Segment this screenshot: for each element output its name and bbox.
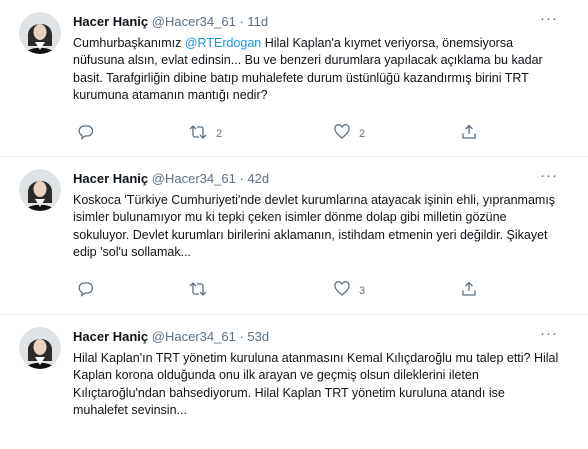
reply-button[interactable]	[78, 124, 94, 143]
more-icon[interactable]: ···	[540, 167, 558, 184]
reply-icon	[78, 124, 94, 143]
separator-dot: ·	[239, 171, 244, 186]
more-icon[interactable]: ···	[540, 325, 558, 342]
share-icon	[461, 281, 477, 300]
retweet-icon	[189, 281, 207, 300]
avatar[interactable]	[19, 169, 61, 211]
like-button[interactable]: 3	[334, 281, 365, 300]
tweet-text-part: Cumhurbaşkanımız	[73, 36, 185, 50]
tweet[interactable]: Hacer Haniç @Hacer34_61 · 11d Cumhurbaşk…	[0, 0, 588, 157]
tweet-text: Cumhurbaşkanımız @RTErdogan Hilal Kaplan…	[73, 35, 563, 105]
avatar[interactable]	[19, 327, 61, 369]
action-bar: 3	[78, 281, 498, 299]
retweet-button[interactable]: 2	[189, 124, 222, 143]
action-bar: 2 2	[78, 124, 498, 142]
timestamp[interactable]: 11d	[247, 14, 268, 29]
retweet-count: 2	[216, 127, 223, 140]
share-button[interactable]	[461, 124, 477, 143]
display-name[interactable]: Hacer Haniç	[73, 171, 148, 186]
timestamp[interactable]: 42d	[247, 171, 269, 186]
timestamp[interactable]: 53d	[247, 329, 269, 344]
tweet[interactable]: Hacer Haniç @Hacer34_61 · 42d Koskoca 'T…	[0, 157, 588, 315]
retweet-button[interactable]	[189, 281, 207, 300]
like-icon	[334, 281, 350, 300]
like-count: 3	[359, 284, 366, 297]
user-handle[interactable]: @Hacer34_61	[152, 329, 236, 344]
share-icon	[461, 124, 477, 143]
separator-dot: ·	[239, 14, 244, 29]
separator-dot: ·	[239, 329, 244, 344]
tweet[interactable]: Hacer Haniç @Hacer34_61 · 53d Hilal Kapl…	[0, 315, 588, 449]
tweet-header: Hacer Haniç @Hacer34_61 · 53d	[73, 328, 563, 345]
retweet-icon	[189, 124, 207, 143]
more-icon[interactable]: ···	[540, 10, 558, 27]
tweet-text: Hilal Kaplan'ın TRT yönetim kuruluna ata…	[73, 351, 559, 418]
user-handle[interactable]: @Hacer34_61	[152, 14, 236, 29]
reply-icon	[78, 281, 94, 300]
avatar[interactable]	[19, 12, 61, 54]
tweet-header: Hacer Haniç @Hacer34_61 · 11d	[73, 13, 563, 30]
like-icon	[334, 124, 350, 143]
like-button[interactable]: 2	[334, 124, 365, 143]
tweet-text: Koskoca 'Türkiye Cumhuriyeti'nde devlet …	[73, 193, 556, 260]
reply-button[interactable]	[78, 281, 94, 300]
display-name[interactable]: Hacer Haniç	[73, 329, 148, 344]
user-handle[interactable]: @Hacer34_61	[152, 171, 236, 186]
like-count: 2	[359, 127, 366, 140]
display-name[interactable]: Hacer Haniç	[73, 14, 148, 29]
share-button[interactable]	[461, 281, 477, 300]
tweet-header: Hacer Haniç @Hacer34_61 · 42d	[73, 170, 563, 187]
mention-link[interactable]: @RTErdogan	[185, 36, 261, 50]
